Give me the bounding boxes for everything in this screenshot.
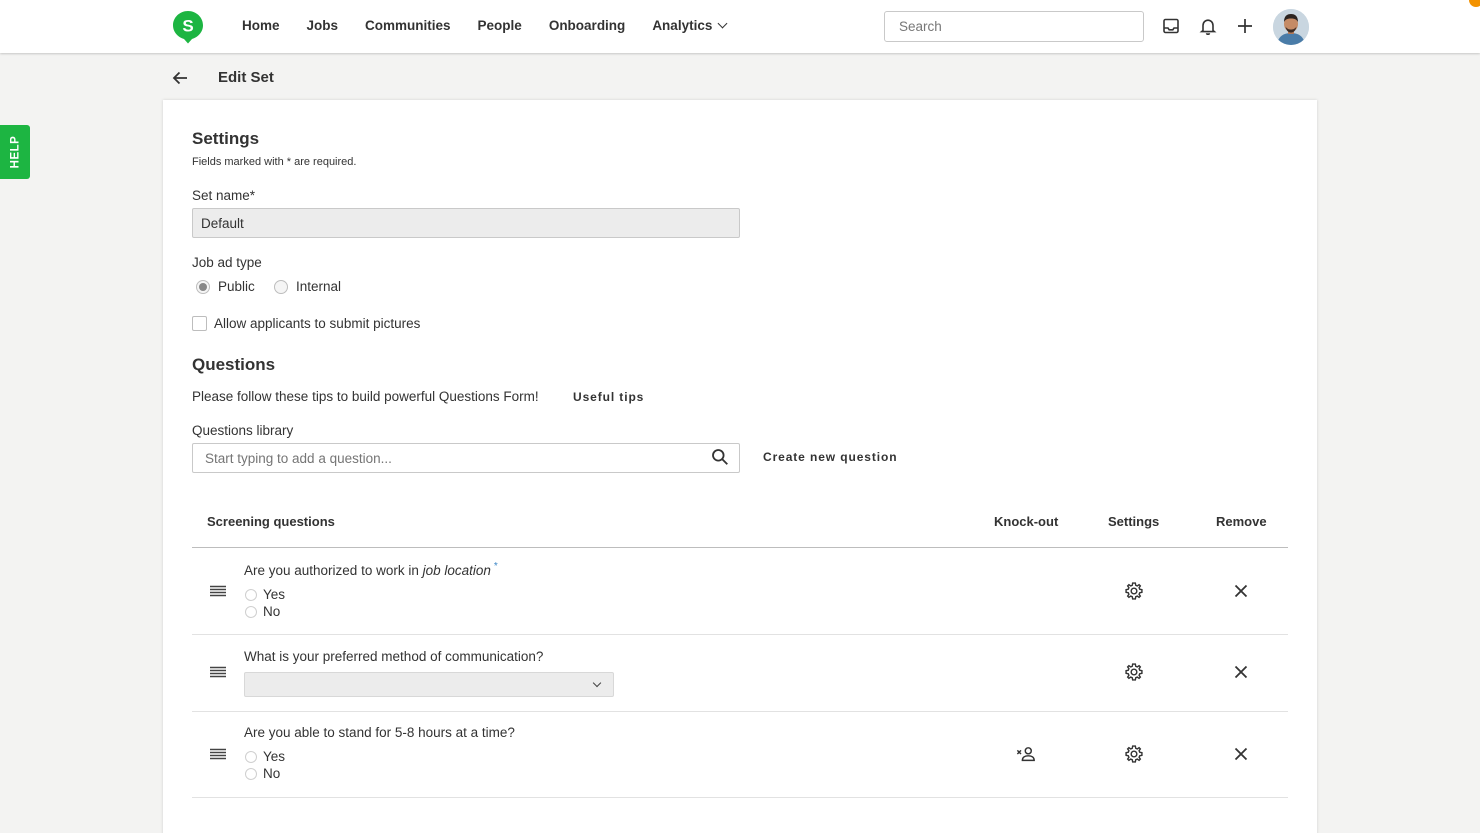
remove-header: Remove [1216, 514, 1267, 529]
answer-yes-label: Yes [263, 587, 286, 602]
row-divider [192, 797, 1288, 798]
notification-dot [1469, 0, 1480, 7]
question-text: Are you able to stand for 5-8 hours at a… [244, 725, 515, 740]
search-input[interactable] [884, 11, 1144, 42]
chevron-down-icon [717, 18, 728, 29]
answer-yes-label: Yes [263, 749, 286, 764]
gear-icon[interactable] [1124, 662, 1144, 682]
job-location-token: job location [422, 563, 491, 578]
answer-no-radio[interactable] [245, 768, 257, 780]
nav-analytics[interactable]: Analytics [652, 18, 728, 33]
chevron-down-icon [592, 678, 602, 688]
questions-heading: Questions [192, 355, 276, 374]
user-avatar[interactable] [1273, 9, 1309, 45]
communication-method-select[interactable] [244, 672, 614, 697]
drag-handle-icon[interactable] [208, 744, 228, 764]
help-label: HELP [9, 135, 22, 169]
job-ad-type-label: Job ad type [192, 255, 262, 270]
plus-icon[interactable] [1236, 17, 1254, 35]
knockout-user-icon[interactable] [1016, 744, 1036, 764]
question-text: What is your preferred method of communi… [244, 649, 544, 664]
answer-no-label: No [263, 604, 281, 619]
top-navigation-bar: S Home Jobs Communities People Onboardin… [0, 0, 1480, 53]
edit-set-card: Settings Fields marked with * are requir… [163, 100, 1317, 833]
bell-icon[interactable] [1199, 17, 1217, 35]
job-ad-internal-label: Internal [296, 279, 342, 294]
knockout-header: Knock-out [994, 514, 1059, 529]
search-icon[interactable] [711, 448, 729, 466]
set-name-label: Set name* [192, 188, 256, 203]
nav-people[interactable]: People [478, 18, 522, 33]
nav-home[interactable]: Home [242, 18, 280, 33]
nav-analytics-label: Analytics [652, 18, 713, 33]
close-icon[interactable] [1231, 662, 1251, 682]
job-ad-public-label: Public [218, 279, 255, 294]
required-marker: * [493, 561, 498, 572]
tips-text: Please follow these tips to build powerf… [192, 389, 539, 404]
question-text: Are you authorized to work in job locati… [244, 561, 498, 578]
drag-handle-icon[interactable] [208, 662, 228, 682]
row-divider [192, 634, 1288, 635]
nav-jobs[interactable]: Jobs [307, 18, 339, 33]
nav-onboarding[interactable]: Onboarding [549, 18, 626, 33]
set-name-input[interactable] [192, 208, 740, 238]
row-divider [192, 711, 1288, 712]
nav-communities[interactable]: Communities [365, 18, 451, 33]
back-arrow-icon[interactable] [171, 69, 189, 87]
page-title: Edit Set [218, 69, 274, 86]
answer-no-radio[interactable] [245, 606, 257, 618]
questions-library-input[interactable] [192, 443, 740, 473]
job-ad-internal-radio[interactable] [274, 280, 288, 294]
close-icon[interactable] [1231, 744, 1251, 764]
settings-header: Settings [1108, 514, 1160, 529]
question-text-prefix: Are you authorized to work in [244, 563, 423, 578]
job-ad-public-radio[interactable] [196, 280, 210, 294]
help-tab[interactable]: HELP [0, 125, 30, 179]
settings-heading: Settings [192, 129, 260, 148]
gear-icon[interactable] [1124, 581, 1144, 601]
app-logo[interactable]: S [172, 10, 204, 44]
gear-icon[interactable] [1124, 744, 1144, 764]
answer-yes-radio[interactable] [245, 589, 257, 601]
drag-handle-icon[interactable] [208, 581, 228, 601]
create-new-question-link[interactable]: Create new question [763, 450, 897, 464]
close-icon[interactable] [1231, 581, 1251, 601]
allow-pictures-checkbox[interactable] [192, 316, 207, 331]
screening-questions-header: Screening questions [207, 514, 335, 529]
answer-yes-radio[interactable] [245, 751, 257, 763]
useful-tips-link[interactable]: Useful tips [573, 390, 644, 404]
table-header-divider [192, 547, 1288, 548]
answer-no-label: No [263, 766, 281, 781]
questions-library-label: Questions library [192, 423, 294, 438]
logo-letter: S [182, 17, 193, 36]
inbox-icon[interactable] [1162, 17, 1180, 35]
allow-pictures-label: Allow applicants to submit pictures [214, 316, 421, 331]
required-note: Fields marked with * are required. [192, 156, 357, 168]
main-nav: Home Jobs Communities People Onboarding … [242, 18, 753, 33]
